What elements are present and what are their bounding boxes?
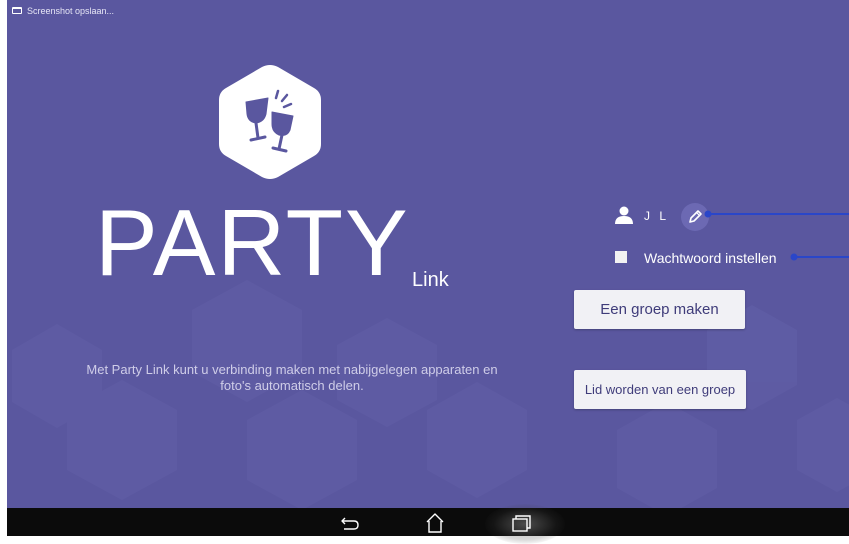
recent-apps-button[interactable]	[501, 508, 541, 536]
app-subtitle: Link	[412, 269, 449, 291]
app-description: Met Party Link kunt u verbinding maken m…	[86, 362, 498, 393]
password-label: Wachtwoord instellen	[644, 250, 777, 266]
create-group-button[interactable]: Een groep maken	[574, 290, 745, 329]
edit-name-button[interactable]	[681, 203, 709, 231]
back-icon	[341, 517, 359, 530]
password-checkbox[interactable]	[615, 251, 627, 263]
navigation-bar	[7, 504, 849, 544]
status-bar: Screenshot opslaan...	[7, 0, 849, 20]
screenshot-icon	[12, 7, 22, 14]
recent-apps-icon	[512, 515, 531, 532]
party-link-logo	[219, 65, 321, 179]
back-button[interactable]	[330, 508, 370, 536]
home-button[interactable]	[415, 508, 455, 536]
person-icon	[615, 206, 633, 224]
app-screen: Screenshot opslaan... PARTY Link Met Par…	[7, 0, 849, 508]
pencil-icon	[689, 210, 702, 223]
join-group-button[interactable]: Lid worden van een groep	[574, 370, 746, 409]
app-title: PARTY	[95, 190, 410, 295]
home-icon	[426, 513, 444, 533]
status-notification-text: Screenshot opslaan...	[27, 6, 115, 16]
user-name: J L	[644, 209, 670, 223]
